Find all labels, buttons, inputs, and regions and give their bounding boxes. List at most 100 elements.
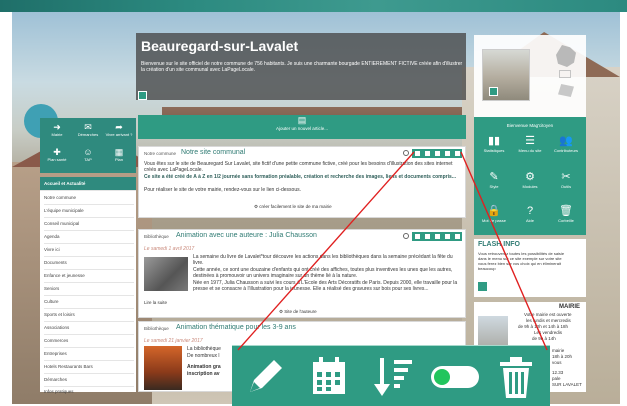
password-button[interactable]: 🔒 Mot de passe [477,205,511,223]
calendar-icon[interactable] [307,354,351,400]
flash-edit-icon[interactable] [478,282,487,291]
calendar-icon[interactable] [424,151,430,156]
quick-nav-vivre[interactable]: ➦ Vivre arrivant ? [104,122,134,137]
menu-item-commune[interactable]: Notre commune [44,191,134,205]
flash-title: FLASH INFO [478,241,520,248]
article-card: Bibliothèque Animation avec une auteure … [138,229,466,318]
edit-icon[interactable] [414,234,420,239]
site-title[interactable]: Beauregard-sur-Lavalet [141,38,298,54]
author-site-link[interactable]: ⚙ Site de l'auteure [279,309,317,315]
trash-button[interactable]: 🗑 Corbeille [549,205,583,223]
article-paragraph: Née en 1977, Julia Chausson a suivi les … [193,280,458,293]
article-title[interactable]: Notre site communal [181,149,245,156]
quick-nav-plan[interactable]: ▦ Plan [104,147,134,162]
first-aid-icon: ✚ [53,147,61,157]
sort-icon[interactable] [434,234,440,239]
create-site-link[interactable]: ⚙ créer facilement le site de ma mairie [254,204,332,210]
page-frame: Beauregard-sur-Lavalet Bienvenue sur le … [0,0,627,406]
menu-item-vivre[interactable]: Vivre ici [44,243,134,257]
menu-item-enfance[interactable]: Enfance et jeunesse [44,269,134,283]
menu-item-conseil[interactable]: Conseil municipal [44,217,134,231]
tools-button[interactable]: ✂ Outils [549,171,583,189]
trash-icon[interactable] [494,354,538,400]
family-icon: ☺ [83,147,93,157]
sort-icon[interactable] [372,354,416,400]
article-paragraph: La semaine du livre de Lavalet*tour déco… [193,254,453,267]
quick-nav-demarches[interactable]: ✉ Démarches [73,122,103,137]
article-paragraph: Animation gra [187,364,221,370]
services-title: Bienvenue Mag'citoyen [506,123,554,128]
search-icon[interactable] [403,150,409,156]
menu-item-seniors[interactable]: Seniors [44,282,134,296]
quick-nav: ➜ Mairie ✉ Démarches ➦ Vivre arrivant ? … [40,118,136,173]
flash-text: Vous retrouverez toutes les possibilités… [478,251,565,271]
site-menu-button[interactable]: ☰ Menu du site [513,135,547,153]
mairie-hours: de 9h à 14h [532,336,556,341]
toggle-icon[interactable] [444,234,450,239]
article-paragraph: inscription av [187,371,220,377]
style-button[interactable]: ✎ Style [477,171,511,189]
menu-item-entreprises[interactable]: Entreprises [44,347,134,361]
article-image[interactable] [144,346,182,390]
article-card: Notre commune Notre site communal Vous ê… [138,146,466,218]
article-paragraph: La bibliothèque [187,346,221,352]
article-category[interactable]: Notre commune [144,151,176,156]
mail-icon[interactable] [559,70,571,78]
menu-item-documents[interactable]: Documents [44,256,134,270]
menu-item-accueil[interactable]: Accueil et Actualité [40,177,136,191]
document-icon: ▤ [297,115,307,125]
map-icon: ▦ [114,147,124,157]
statistics-button[interactable]: ▮▮ Statistiques [477,135,511,153]
quick-nav-tap[interactable]: ☺ TAP [73,147,103,162]
calendar-icon[interactable] [424,234,430,239]
menu-icon: ☰ [525,135,535,147]
style-icon: ✎ [489,171,499,183]
tools-icon: ✂ [561,171,571,183]
zoomed-article-toolbar [232,345,550,406]
article-toolbar [412,232,462,241]
main-menu: Accueil et Actualité Notre commune L'équ… [40,177,136,394]
article-category[interactable]: Bibliothèque [144,234,169,239]
arrow-icon: ➜ [53,122,61,132]
forward-icon: ➦ [115,122,123,132]
menu-item-sports[interactable]: Sports et loisirs [44,308,134,322]
article-category[interactable]: Bibliothèque [144,326,169,331]
article-image[interactable] [144,257,188,291]
banner-edit-icon[interactable] [138,91,147,100]
modules-button[interactable]: ⚙ Modules [513,171,547,189]
contributors-button[interactable]: 👥 Contributeurs [549,135,583,153]
article-title[interactable]: Animation avec une auteure : Julia Chaus… [176,232,317,239]
menu-item-equipe[interactable]: L'équipe municipale [44,204,134,218]
article-title[interactable]: Animation thématique pour les 3-9 ans [176,324,296,331]
mairie-title: MAIRIE [559,304,580,310]
users-icon: 👥 [559,135,573,147]
menu-item-infos[interactable]: Infos pratiques [44,385,134,399]
toggle-icon[interactable] [427,354,483,400]
mairie-info: vous [552,360,562,365]
trash-icon[interactable] [454,234,460,239]
mail-icon: ✉ [84,122,92,132]
toggle-icon[interactable] [444,151,450,156]
menu-item-associations[interactable]: Associations [44,321,134,335]
quick-nav-plan-sante[interactable]: ✚ Plan santé [42,147,72,162]
menu-item-hotels[interactable]: Hotels Restaurants Bars [44,360,134,374]
site-banner: Beauregard-sur-Lavalet Bienvenue sur le … [136,33,466,100]
edit-icon[interactable] [242,354,286,400]
top-strip [0,0,627,12]
chart-icon: ▮▮ [487,135,501,147]
search-icon[interactable] [403,233,409,239]
add-article-button[interactable]: ▤ Ajouter un nouvel article... [138,115,466,139]
read-more-link[interactable]: Lire la suite [144,300,167,305]
edit-icon[interactable] [414,151,420,156]
admin-services-panel: Bienvenue Mag'citoyen ▮▮ Statistiques ☰ Me… [474,117,586,235]
photo-edit-icon[interactable] [489,87,498,96]
menu-item-agenda[interactable]: Agenda [44,230,134,244]
site-intro: Bienvenue sur le site officiel de notre … [141,61,463,73]
trash-icon[interactable] [454,151,460,156]
sort-icon[interactable] [434,151,440,156]
quick-nav-mairie[interactable]: ➜ Mairie [42,122,72,137]
menu-item-commerces[interactable]: Commerces [44,334,134,348]
help-button[interactable]: ? Aide [513,205,547,223]
article-date: Le samedi 21 janvier 2017 [144,338,203,344]
menu-item-culture[interactable]: Culture [44,295,134,309]
